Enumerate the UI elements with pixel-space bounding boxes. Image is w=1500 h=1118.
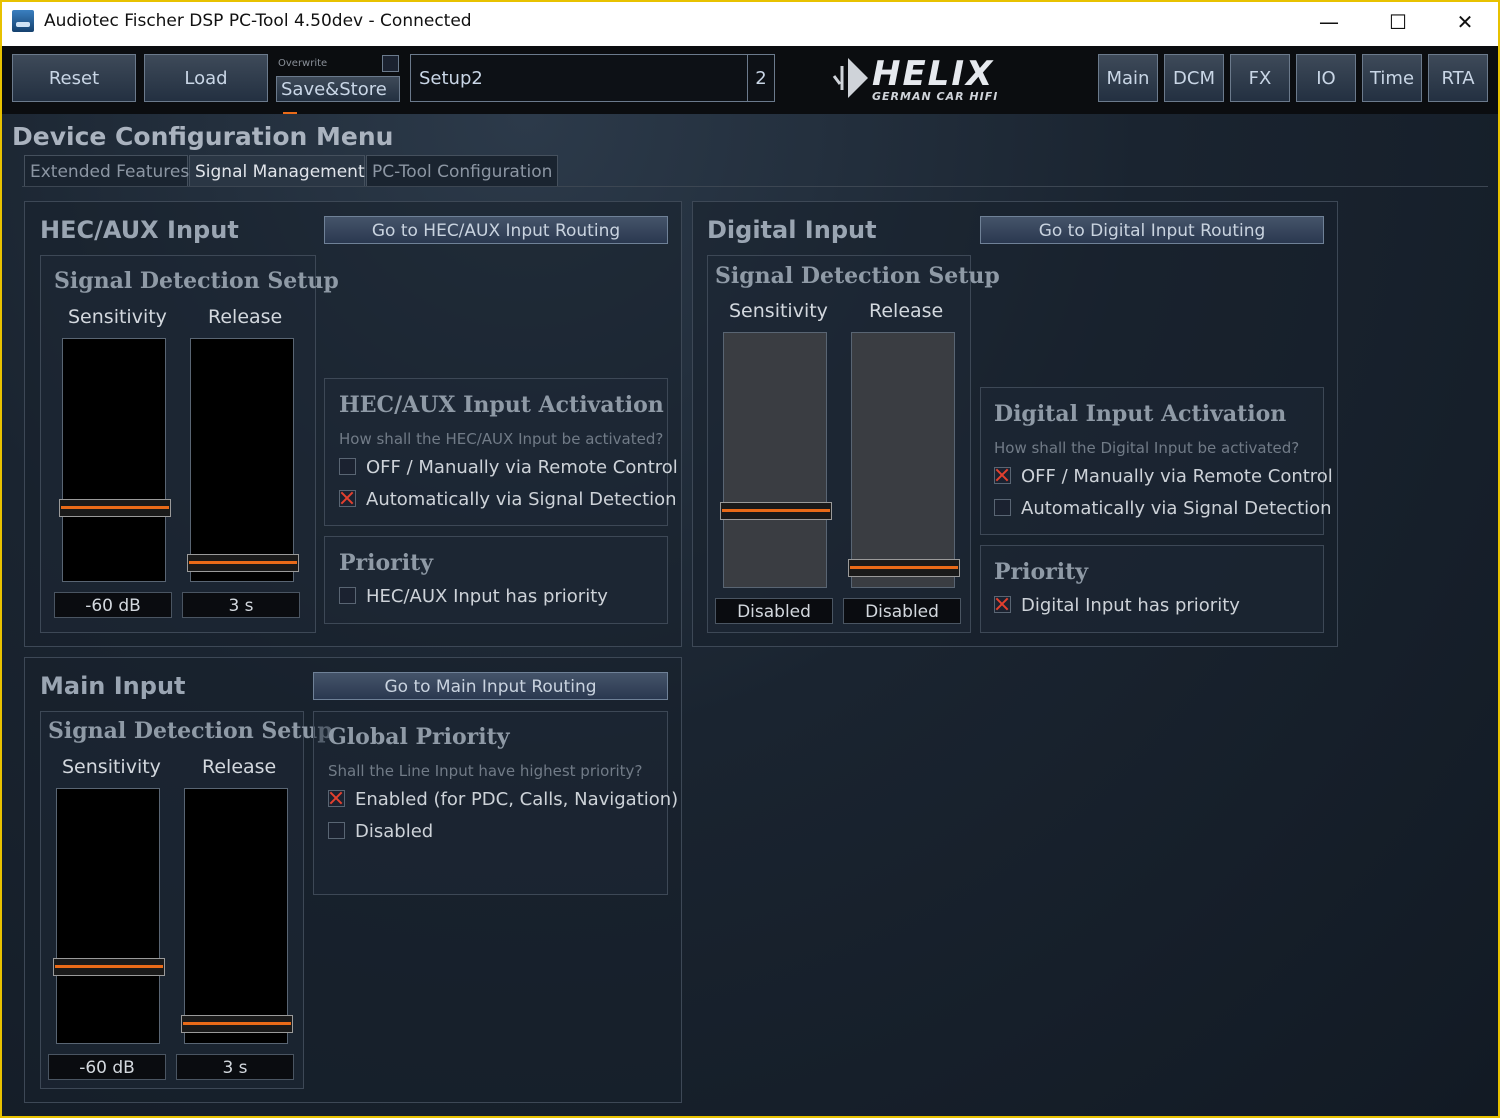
digital-option-off[interactable]: OFF / Manually via Remote Control	[994, 466, 1333, 487]
main-release-label: Release	[202, 756, 277, 778]
global-priority-title: Global Priority	[328, 724, 510, 750]
hec-aux-activation-title: HEC/AUX Input Activation	[339, 392, 664, 418]
page-title: Device Configuration Menu	[12, 122, 394, 151]
hec-aux-activation-hint: How shall the HEC/AUX Input be activated…	[339, 430, 664, 448]
digital-release-handle[interactable]	[848, 559, 960, 578]
main-detection-title: Signal Detection Setup	[48, 718, 333, 744]
hec-aux-release-label: Release	[208, 306, 283, 328]
main-sensitivity-handle[interactable]	[53, 957, 165, 976]
digital-sensitivity-label: Sensitivity	[729, 300, 828, 322]
nav-io-button[interactable]: IO	[1296, 54, 1356, 102]
hec-aux-title: HEC/AUX Input	[40, 216, 239, 244]
main-release-value[interactable]: 3 s	[176, 1054, 294, 1080]
nav-dcm-button[interactable]: DCM	[1164, 54, 1224, 102]
logo-text: HELIX	[872, 54, 995, 94]
window-title: Audiotec Fischer DSP PC-Tool 4.50dev - C…	[44, 11, 472, 31]
digital-priority-title: Priority	[994, 559, 1089, 585]
main-sensitivity-slider[interactable]	[53, 788, 165, 1044]
main-release-slider[interactable]	[181, 788, 293, 1044]
hec-aux-option-auto[interactable]: Automatically via Signal Detection	[339, 489, 677, 510]
digital-release-slider[interactable]	[848, 332, 960, 588]
main-input-routing-button[interactable]: Go to Main Input Routing	[313, 672, 668, 700]
nav-rta-button[interactable]: RTA	[1428, 54, 1488, 102]
global-option-enabled[interactable]: Enabled (for PDC, Calls, Navigation)	[328, 789, 678, 810]
main-sensitivity-value[interactable]: -60 dB	[48, 1054, 166, 1080]
hec-aux-sensitivity-handle[interactable]	[59, 499, 171, 518]
checkbox-icon[interactable]	[339, 458, 356, 475]
digital-sensitivity-slider[interactable]	[720, 332, 832, 588]
overwrite-checkbox[interactable]	[382, 55, 399, 72]
digital-release-value[interactable]: Disabled	[843, 598, 961, 624]
reset-button[interactable]: Reset	[12, 54, 136, 102]
logo-subtitle: GERMAN CAR HIFI	[872, 90, 999, 103]
digital-sensitivity-value[interactable]: Disabled	[715, 598, 833, 624]
tab-signal-management[interactable]: Signal Management	[189, 155, 365, 187]
app-icon	[12, 10, 34, 32]
save-store-button[interactable]: Save&Store	[276, 76, 400, 115]
setup-number-field[interactable]: 2	[747, 54, 775, 102]
digital-option-auto-label: Automatically via Signal Detection	[1021, 498, 1332, 519]
digital-sensitivity-handle[interactable]	[720, 501, 832, 520]
checked-checkbox-icon[interactable]	[328, 790, 345, 807]
digital-option-off-label: OFF / Manually via Remote Control	[1021, 466, 1333, 487]
tab-pc-tool-configuration[interactable]: PC-Tool Configuration	[366, 155, 558, 187]
global-priority-hint: Shall the Line Input have highest priori…	[328, 762, 643, 780]
load-button[interactable]: Load	[144, 54, 268, 102]
nav-time-button[interactable]: Time	[1362, 54, 1422, 102]
hec-aux-option-off[interactable]: OFF / Manually via Remote Control	[339, 457, 678, 478]
global-option-disabled[interactable]: Disabled	[328, 821, 433, 842]
global-option-enabled-label: Enabled (for PDC, Calls, Navigation)	[355, 789, 679, 810]
digital-input-title: Digital Input	[707, 216, 877, 244]
main-release-handle[interactable]	[181, 1015, 293, 1034]
digital-activation-hint: How shall the Digital Input be activated…	[994, 439, 1300, 457]
main-input-title: Main Input	[40, 672, 186, 700]
digital-priority-option[interactable]: Digital Input has priority	[994, 595, 1240, 616]
global-option-disabled-label: Disabled	[355, 821, 434, 842]
close-button[interactable]: ✕	[1442, 6, 1488, 38]
maximize-button[interactable]: ☐	[1375, 6, 1421, 38]
overwrite-label: Overwrite	[278, 58, 328, 69]
digital-option-auto[interactable]: Automatically via Signal Detection	[994, 498, 1332, 519]
nav-main-button[interactable]: Main	[1098, 54, 1158, 102]
setup-name-field[interactable]: Setup2	[410, 54, 748, 102]
checkbox-icon[interactable]	[339, 587, 356, 604]
main-sensitivity-label: Sensitivity	[62, 756, 161, 778]
digital-input-routing-button[interactable]: Go to Digital Input Routing	[980, 216, 1324, 244]
hec-aux-routing-button[interactable]: Go to HEC/AUX Input Routing	[324, 216, 668, 244]
nav-fx-button[interactable]: FX	[1230, 54, 1290, 102]
digital-detection-title: Signal Detection Setup	[715, 263, 1000, 289]
digital-priority-label: Digital Input has priority	[1021, 595, 1240, 616]
checkbox-icon[interactable]	[328, 822, 345, 839]
digital-activation-title: Digital Input Activation	[994, 401, 1287, 427]
helix-logo: HELIX GERMAN CAR HIFI	[828, 52, 1028, 104]
hec-aux-priority-option[interactable]: HEC/AUX Input has priority	[339, 586, 608, 607]
checked-checkbox-icon[interactable]	[994, 467, 1011, 484]
hec-aux-option-auto-label: Automatically via Signal Detection	[366, 489, 677, 510]
hec-aux-release-slider[interactable]	[187, 338, 299, 582]
hec-aux-detection-title: Signal Detection Setup	[54, 268, 339, 294]
digital-release-label: Release	[869, 300, 944, 322]
tab-divider	[22, 186, 1488, 187]
checked-checkbox-icon[interactable]	[994, 596, 1011, 613]
hec-aux-sensitivity-value[interactable]: -60 dB	[54, 592, 172, 618]
checked-checkbox-icon[interactable]	[339, 490, 356, 507]
hec-aux-sensitivity-label: Sensitivity	[68, 306, 167, 328]
hec-aux-release-value[interactable]: 3 s	[182, 592, 300, 618]
minimize-button[interactable]: —	[1306, 6, 1352, 38]
hec-aux-release-handle[interactable]	[187, 553, 299, 572]
checkbox-icon[interactable]	[994, 499, 1011, 516]
save-store-label: Save&Store	[281, 79, 387, 100]
hec-aux-sensitivity-slider[interactable]	[59, 338, 171, 582]
tab-extended-features[interactable]: Extended Features	[24, 155, 189, 187]
hec-aux-priority-label: HEC/AUX Input has priority	[366, 586, 608, 607]
speaker-icon	[832, 58, 868, 98]
hec-aux-option-off-label: OFF / Manually via Remote Control	[366, 457, 678, 478]
hec-aux-priority-title: Priority	[339, 550, 434, 576]
